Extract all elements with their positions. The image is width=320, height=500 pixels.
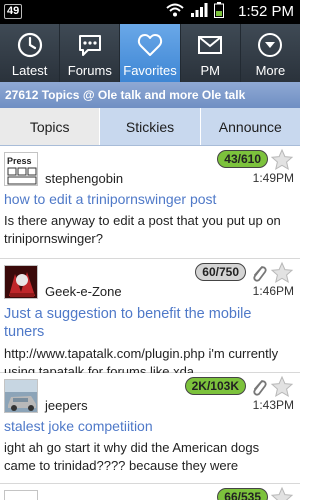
tab-favorites-label: Favorites (123, 63, 177, 78)
tab-pm[interactable]: PM (181, 24, 241, 82)
tab-latest-label: Latest (11, 63, 48, 78)
topic-preview: ight ah go start it why did the American… (4, 440, 260, 473)
clock-time: 1:52 PM (238, 3, 294, 20)
topic-list: Press 43/610 stephengobin 1:49PM how to … (0, 146, 300, 500)
notification-badge: 49 (4, 4, 23, 19)
tab-latest[interactable]: Latest (0, 24, 61, 82)
attachment-icon (253, 380, 267, 396)
reply-count-badge: 2K/103K (184, 377, 246, 395)
topic-title[interactable]: stalest joke competiition (4, 417, 294, 435)
chevron-down-icon (258, 33, 283, 57)
topic-author: jeepers (45, 398, 88, 413)
tab-more-label: More (255, 63, 286, 78)
avatar (4, 490, 38, 500)
envelope-icon (198, 36, 223, 54)
topic-time: 1:46PM (252, 284, 294, 298)
app-screen: 49 1:52 PM Latest Forums Favorites PM Mo… (0, 0, 300, 500)
avatar (4, 379, 38, 413)
tab-favorites[interactable]: Favorites (120, 24, 181, 82)
attachment-icon (253, 266, 267, 282)
battery-icon (214, 1, 224, 23)
reply-count-badge: 60/750 (195, 263, 246, 281)
topic-title[interactable]: how to edit a trinipornswinger post (4, 190, 294, 208)
heart-icon (137, 34, 163, 56)
topic-row[interactable]: 60/750 Geek-e-Zone 1:46PM Just a suggest… (0, 259, 300, 379)
topic-time: 1:43PM (252, 398, 294, 412)
svg-text:Press: Press (7, 156, 32, 166)
segment-tabs: Topics Stickies Announce (0, 108, 300, 146)
avatar (4, 265, 38, 299)
topic-preview: Is there anyway to edit a post that you … (4, 213, 281, 246)
topic-row[interactable]: 2K/103K jeepers 1:43PM stalest joke comp… (0, 373, 300, 484)
forum-header: 27612 Topics @ Ole talk and more Ole tal… (0, 82, 300, 108)
star-icon[interactable] (270, 375, 294, 399)
tab-pm-label: PM (200, 63, 220, 78)
topic-time: 1:49PM (252, 171, 294, 185)
segment-topics[interactable]: Topics (0, 108, 101, 145)
wifi-icon (166, 3, 184, 22)
signal-icon (190, 2, 208, 22)
topic-author: Geek-e-Zone (45, 284, 122, 299)
topic-author: stephengobin (45, 171, 124, 186)
tab-forums-label: Forums (67, 63, 112, 78)
topic-title[interactable]: Just a suggestion to benefit the mobile … (4, 305, 294, 341)
chat-bubble-icon (78, 35, 101, 56)
reply-count-badge: 43/610 (217, 150, 268, 168)
tab-forums[interactable]: Forums (60, 24, 121, 82)
topic-row[interactable]: 66/535 (0, 484, 300, 500)
clock-icon (17, 32, 42, 58)
tab-more[interactable]: More (241, 24, 300, 82)
star-icon[interactable] (270, 261, 294, 285)
main-tab-bar: Latest Forums Favorites PM More (0, 24, 300, 82)
avatar: Press (4, 152, 38, 186)
star-icon[interactable] (270, 148, 294, 172)
segment-announce[interactable]: Announce (201, 108, 300, 145)
status-icons (160, 1, 224, 23)
segment-stickies[interactable]: Stickies (100, 108, 201, 145)
reply-count-badge: 66/535 (217, 488, 268, 500)
star-icon[interactable] (270, 486, 294, 500)
status-bar: 49 1:52 PM (0, 0, 300, 24)
topic-row[interactable]: Press 43/610 stephengobin 1:49PM how to … (0, 146, 300, 259)
